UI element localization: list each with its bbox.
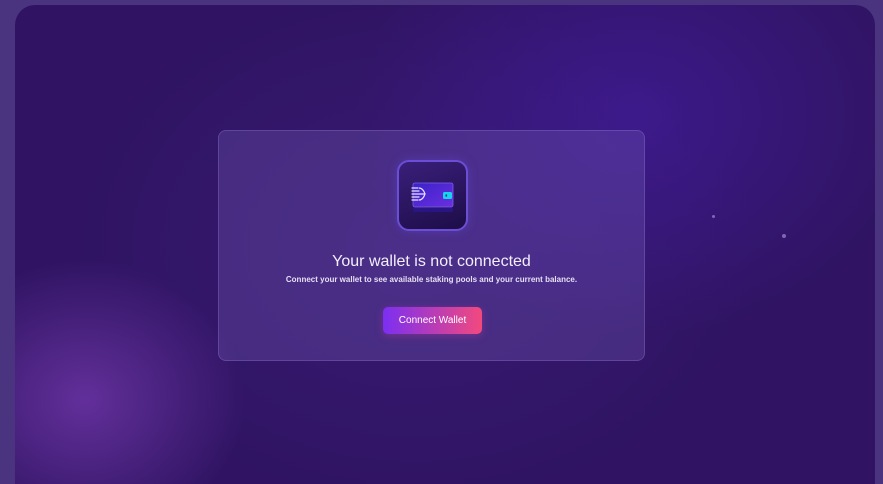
wallet-card-icon (411, 182, 454, 212)
wallet-icon-tile (397, 160, 468, 231)
connect-wallet-button[interactable]: Connect Wallet (383, 307, 482, 334)
app-background: Your wallet is not connected Connect you… (15, 5, 875, 484)
background-star (782, 234, 786, 238)
wallet-status-title: Your wallet is not connected (332, 253, 531, 270)
wallet-status-message: Connect your wallet to see available sta… (285, 275, 578, 284)
background-star (712, 215, 715, 218)
wallet-not-connected-panel: Your wallet is not connected Connect you… (218, 130, 645, 361)
